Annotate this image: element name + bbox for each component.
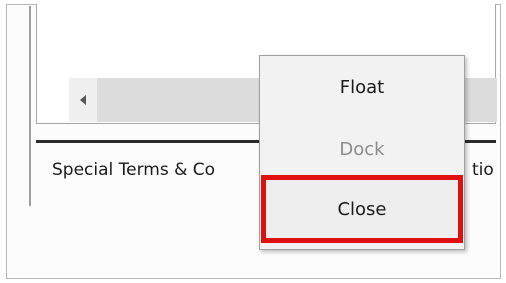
menu-item-close[interactable]: Close (261, 175, 463, 243)
triangle-left-icon (80, 95, 86, 105)
menu-item-dock[interactable]: Dock (260, 120, 464, 178)
menu-item-float[interactable]: Float (260, 58, 464, 116)
tab-next-partial[interactable]: tio (472, 160, 496, 180)
scroll-left-button[interactable] (69, 78, 97, 122)
splitter-line (29, 6, 31, 206)
tab-special-terms[interactable]: Special Terms & Co (52, 160, 215, 180)
context-menu: Float Dock Close (259, 55, 465, 250)
